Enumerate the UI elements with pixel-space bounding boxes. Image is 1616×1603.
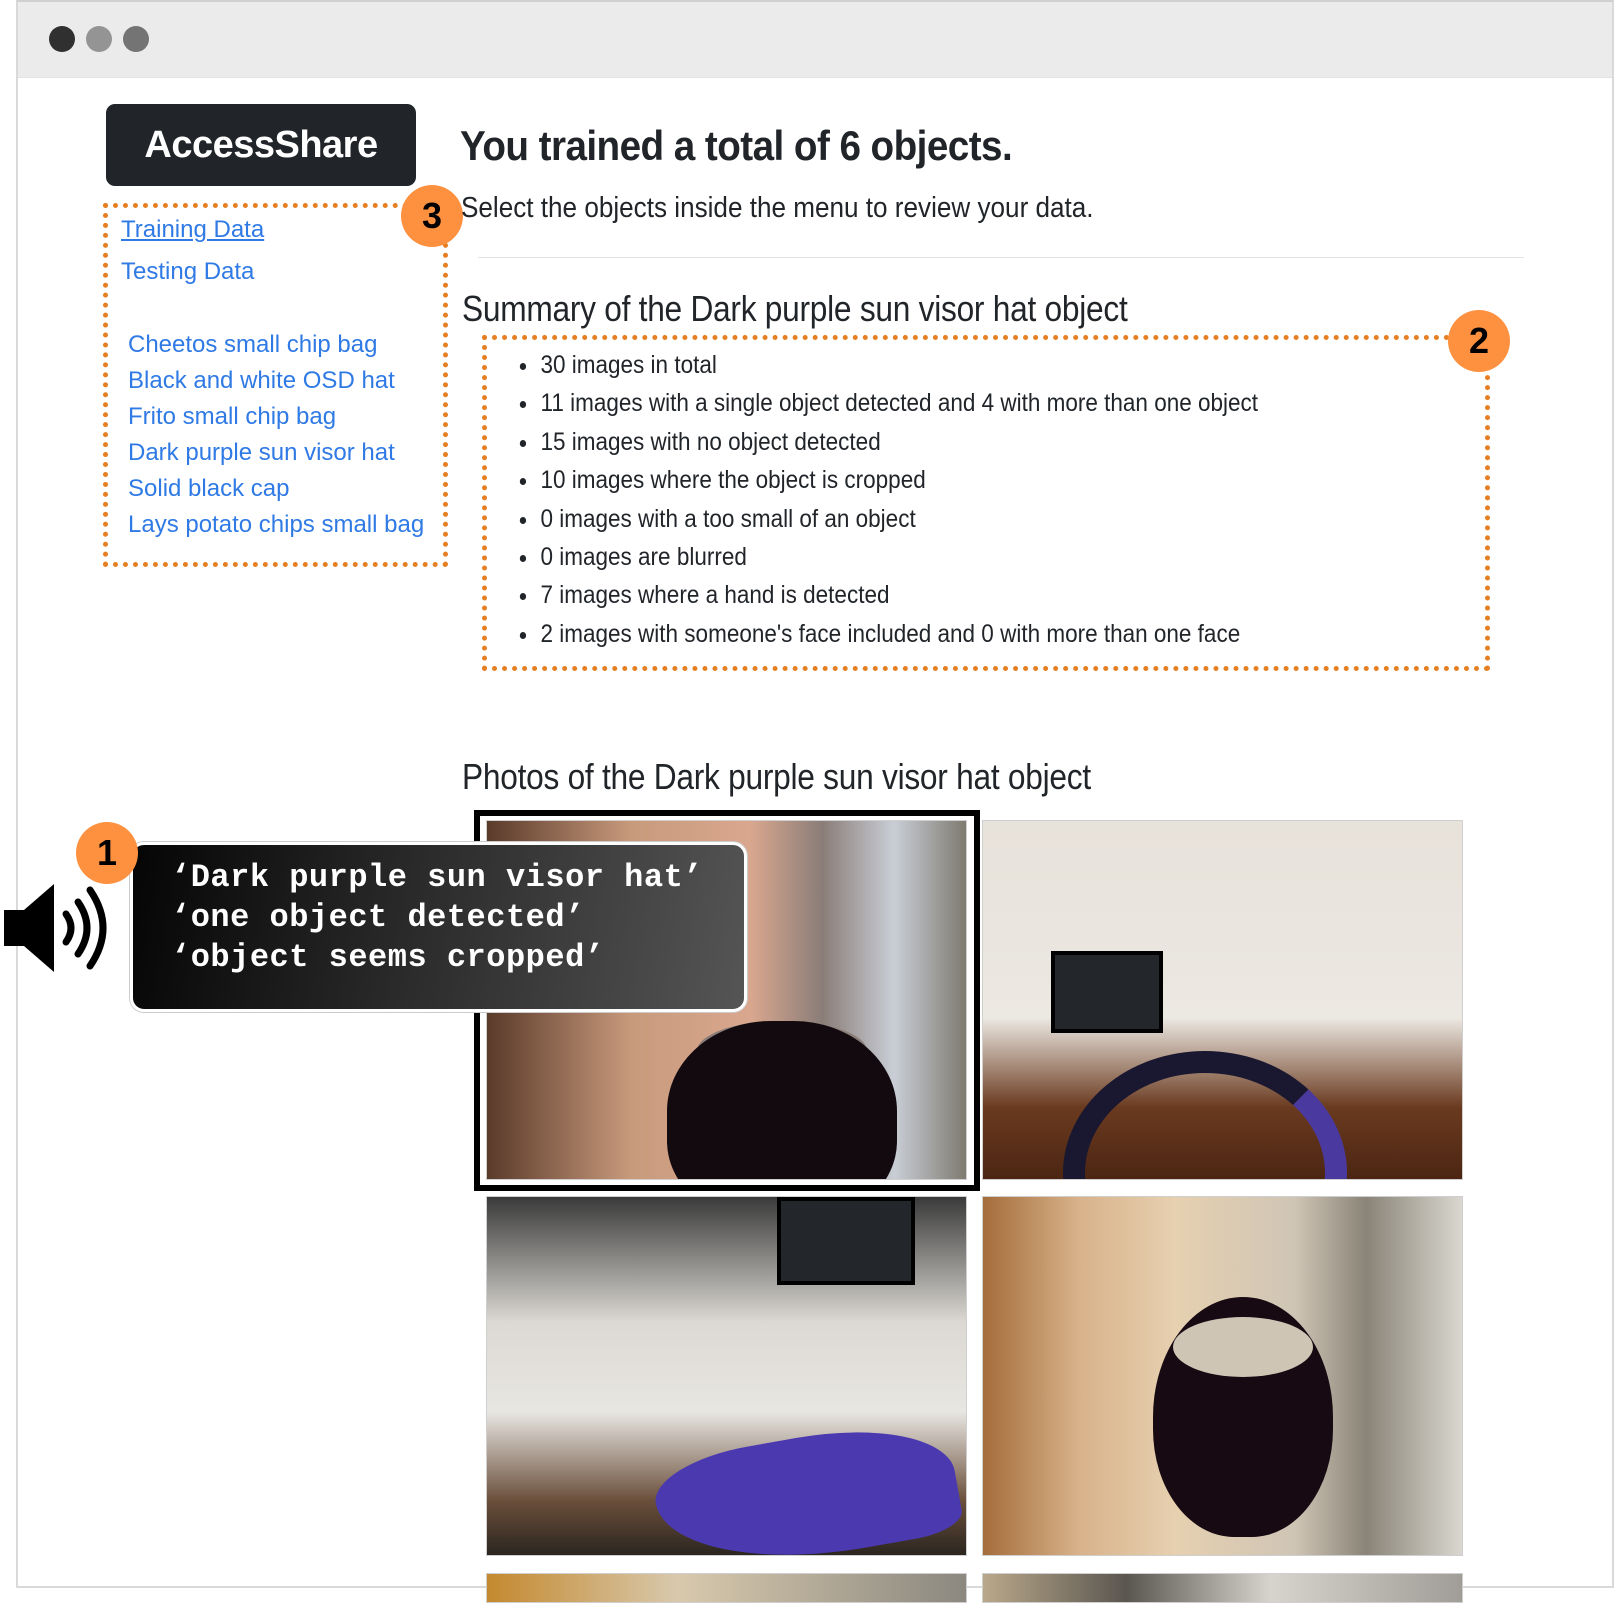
visor-hat-shape bbox=[667, 1021, 897, 1179]
speech-line: ‘one object detected’ bbox=[171, 899, 585, 936]
laptop-shape bbox=[1051, 951, 1163, 1033]
visor-hat-shape bbox=[1063, 1051, 1347, 1179]
page-title: You trained a total of 6 objects. bbox=[460, 122, 1013, 169]
summary-item: 11 images with a single object detected … bbox=[518, 384, 1258, 422]
sidebar-object-lays[interactable]: Lays potato chips small bag bbox=[128, 511, 424, 539]
nav-training-data[interactable]: Training Data bbox=[121, 216, 264, 244]
laptop-shape bbox=[777, 1197, 915, 1285]
maximize-window-button[interactable] bbox=[123, 26, 149, 52]
photo-thumbnail[interactable] bbox=[486, 1196, 967, 1556]
minimize-window-button[interactable] bbox=[86, 26, 112, 52]
sidebar-object-osd-hat[interactable]: Black and white OSD hat bbox=[128, 367, 395, 395]
background-detail bbox=[1173, 1317, 1313, 1377]
title-bar bbox=[18, 2, 1612, 78]
visor-hat-shape bbox=[648, 1411, 966, 1555]
brand-logo[interactable]: AccessShare bbox=[106, 104, 416, 186]
sidebar-object-black-cap[interactable]: Solid black cap bbox=[128, 475, 289, 503]
sidebar-object-cheetos[interactable]: Cheetos small chip bag bbox=[128, 331, 377, 359]
summary-item: 0 images with a too small of an object bbox=[518, 500, 1258, 538]
speech-line: ‘Dark purple sun visor hat’ bbox=[171, 859, 703, 896]
speaker-icon bbox=[4, 884, 107, 972]
summary-item: 15 images with no object detected bbox=[518, 423, 1258, 461]
close-window-button[interactable] bbox=[49, 26, 75, 52]
photo-thumbnail[interactable] bbox=[486, 1573, 967, 1603]
summary-item: 30 images in total bbox=[518, 346, 1258, 384]
sidebar-object-purple-visor[interactable]: Dark purple sun visor hat bbox=[128, 439, 395, 467]
speech-line: ‘object seems cropped’ bbox=[171, 939, 605, 976]
summary-item: 7 images where a hand is detected bbox=[518, 576, 1258, 614]
summary-item: 0 images are blurred bbox=[518, 538, 1258, 576]
summary-item: 2 images with someone's face included an… bbox=[518, 615, 1258, 653]
page-lead: Select the objects inside the menu to re… bbox=[461, 192, 1094, 224]
summary-list: 30 images in total 11 images with a sing… bbox=[518, 346, 1340, 653]
annotation-badge-1: 1 bbox=[76, 822, 138, 884]
summary-item: 10 images where the object is cropped bbox=[518, 461, 1258, 499]
divider bbox=[478, 257, 1524, 258]
screen-reader-output: ‘Dark purple sun visor hat’ ‘one object … bbox=[130, 842, 747, 1012]
summary-heading: Summary of the Dark purple sun visor hat… bbox=[462, 288, 1128, 329]
photos-heading: Photos of the Dark purple sun visor hat … bbox=[462, 756, 1091, 797]
nav-testing-data[interactable]: Testing Data bbox=[121, 258, 254, 286]
annotation-badge-3: 3 bbox=[401, 185, 463, 247]
photo-thumbnail[interactable] bbox=[982, 1573, 1463, 1603]
photo-thumbnail[interactable] bbox=[982, 1196, 1463, 1556]
annotation-badge-2: 2 bbox=[1448, 310, 1510, 372]
photo-thumbnail[interactable] bbox=[982, 820, 1463, 1180]
sidebar-object-frito[interactable]: Frito small chip bag bbox=[128, 403, 336, 431]
